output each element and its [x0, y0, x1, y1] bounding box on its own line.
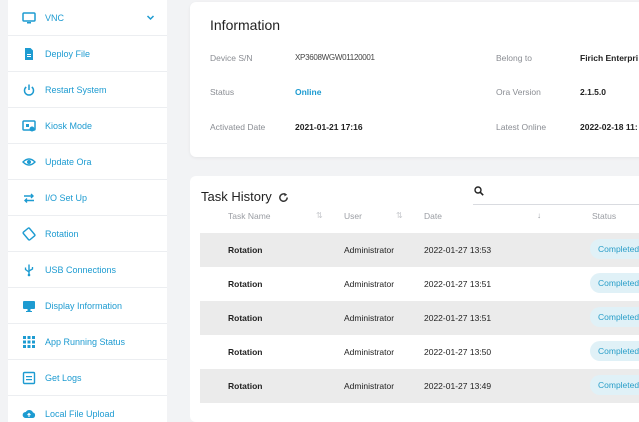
user-cell: Administrator	[344, 313, 395, 323]
chevron-down-icon[interactable]	[146, 9, 155, 27]
user-cell: Administrator	[344, 279, 395, 289]
date-cell: 2022-01-27 13:50	[424, 347, 492, 357]
monitor-icon	[22, 11, 36, 25]
user-cell: Administrator	[344, 245, 395, 255]
sidebar-item-update-ora[interactable]: Update Ora	[8, 144, 167, 180]
user-cell: Administrator	[344, 381, 395, 391]
table-row[interactable]: Rotation Administrator 2022-01-27 13:50 …	[200, 335, 639, 369]
sidebar-item-label: Local File Upload	[45, 408, 115, 419]
sidebar-item-display-information[interactable]: Display Information	[8, 288, 167, 324]
sidebar-item-rotation[interactable]: Rotation	[8, 216, 167, 252]
sidebar-item-label: VNC	[45, 12, 65, 23]
task-history-card: Task History Task Name ⇅ User ⇅ Date ↓ S…	[190, 176, 639, 422]
information-title: Information	[210, 17, 281, 33]
column-header-task-name[interactable]: Task Name	[228, 211, 271, 221]
log-icon	[22, 371, 36, 385]
date-cell: 2022-01-27 13:51	[424, 313, 492, 323]
sidebar-item-usb-connections[interactable]: USB Connections	[8, 252, 167, 288]
swap-arrows-icon	[22, 191, 36, 205]
table-row[interactable]: Rotation Administrator 2022-01-27 13:51 …	[200, 267, 639, 301]
status-label: Status	[210, 87, 235, 97]
latest-online-value: 2022-02-18 11:	[580, 122, 638, 132]
sidebar-item-deploy-file[interactable]: Deploy File	[8, 36, 167, 72]
sidebar: VNC Deploy File Restart System Kiosk Mod…	[8, 0, 167, 422]
status-badge: Completed	[590, 341, 639, 361]
column-header-date[interactable]: Date	[424, 211, 442, 221]
table-row[interactable]: Rotation Administrator 2022-01-27 13:49 …	[200, 369, 639, 403]
task-name-cell: Rotation	[228, 245, 263, 255]
cloud-upload-icon	[22, 407, 36, 421]
sidebar-item-restart-system[interactable]: Restart System	[8, 72, 167, 108]
sidebar-item-label: Get Logs	[45, 372, 82, 383]
sidebar-item-get-logs[interactable]: Get Logs	[8, 360, 167, 396]
activated-date-label: Activated Date	[210, 122, 266, 132]
status-badge: Completed	[590, 307, 639, 327]
task-name-cell: Rotation	[228, 347, 263, 357]
task-name-cell: Rotation	[228, 381, 263, 391]
date-cell: 2022-01-27 13:51	[424, 279, 492, 289]
kiosk-icon	[22, 119, 36, 133]
sort-icon[interactable]: ⇅	[396, 211, 403, 220]
ora-version-label: Ora Version	[496, 87, 541, 97]
table-row[interactable]: Rotation Administrator 2022-01-27 13:53 …	[200, 233, 639, 267]
sidebar-item-io-set-up[interactable]: I/O Set Up	[8, 180, 167, 216]
sidebar-item-label: Restart System	[45, 84, 107, 95]
sidebar-item-label: Update Ora	[45, 156, 92, 167]
device-sn-value: XP3608WGW01120001	[295, 53, 375, 62]
sidebar-item-label: I/O Set Up	[45, 192, 88, 203]
refresh-icon[interactable]	[278, 190, 289, 202]
activated-date-value: 2021-01-21 17:16	[295, 122, 363, 132]
user-cell: Administrator	[344, 347, 395, 357]
sidebar-item-label: Deploy File	[45, 48, 91, 59]
eye-icon	[22, 155, 36, 169]
column-header-status[interactable]: Status	[592, 211, 616, 221]
sidebar-item-vnc[interactable]: VNC	[8, 0, 167, 36]
date-cell: 2022-01-27 13:49	[424, 381, 492, 391]
latest-online-label: Latest Online	[496, 122, 547, 132]
usb-icon	[22, 263, 36, 277]
task-history-title: Task History	[201, 189, 272, 204]
sidebar-item-label: Kiosk Mode	[45, 120, 93, 131]
status-value: Online	[295, 87, 322, 97]
search-input[interactable]	[473, 185, 639, 205]
rotation-icon	[22, 226, 36, 241]
sidebar-item-label: App Running Status	[45, 336, 126, 347]
status-badge: Completed	[590, 375, 639, 395]
display-icon	[22, 299, 36, 313]
status-badge: Completed	[590, 273, 639, 293]
task-name-cell: Rotation	[228, 279, 263, 289]
grid-icon	[22, 335, 36, 349]
column-header-user[interactable]: User	[344, 211, 362, 221]
sidebar-item-kiosk-mode[interactable]: Kiosk Mode	[8, 108, 167, 144]
sidebar-item-label: Display Information	[45, 300, 123, 311]
belong-to-value: Firich Enterpri	[580, 53, 639, 63]
belong-to-label: Belong to	[496, 53, 532, 63]
power-icon	[22, 83, 36, 97]
file-icon	[22, 47, 36, 61]
sidebar-item-label: USB Connections	[45, 264, 117, 275]
sidebar-item-app-running-status[interactable]: App Running Status	[8, 324, 167, 360]
information-card: Information Device S/N XP3608WGW01120001…	[190, 2, 639, 157]
sort-down-icon[interactable]: ↓	[537, 211, 541, 220]
table-row[interactable]: Rotation Administrator 2022-01-27 13:51 …	[200, 301, 639, 335]
device-sn-label: Device S/N	[210, 53, 253, 63]
sidebar-item-local-file-upload[interactable]: Local File Upload	[8, 396, 167, 422]
sidebar-item-label: Rotation	[45, 228, 79, 239]
sort-icon[interactable]: ⇅	[316, 211, 323, 220]
date-cell: 2022-01-27 13:53	[424, 245, 492, 255]
ora-version-value: 2.1.5.0	[580, 87, 606, 97]
task-name-cell: Rotation	[228, 313, 263, 323]
status-badge: Completed	[590, 239, 639, 259]
